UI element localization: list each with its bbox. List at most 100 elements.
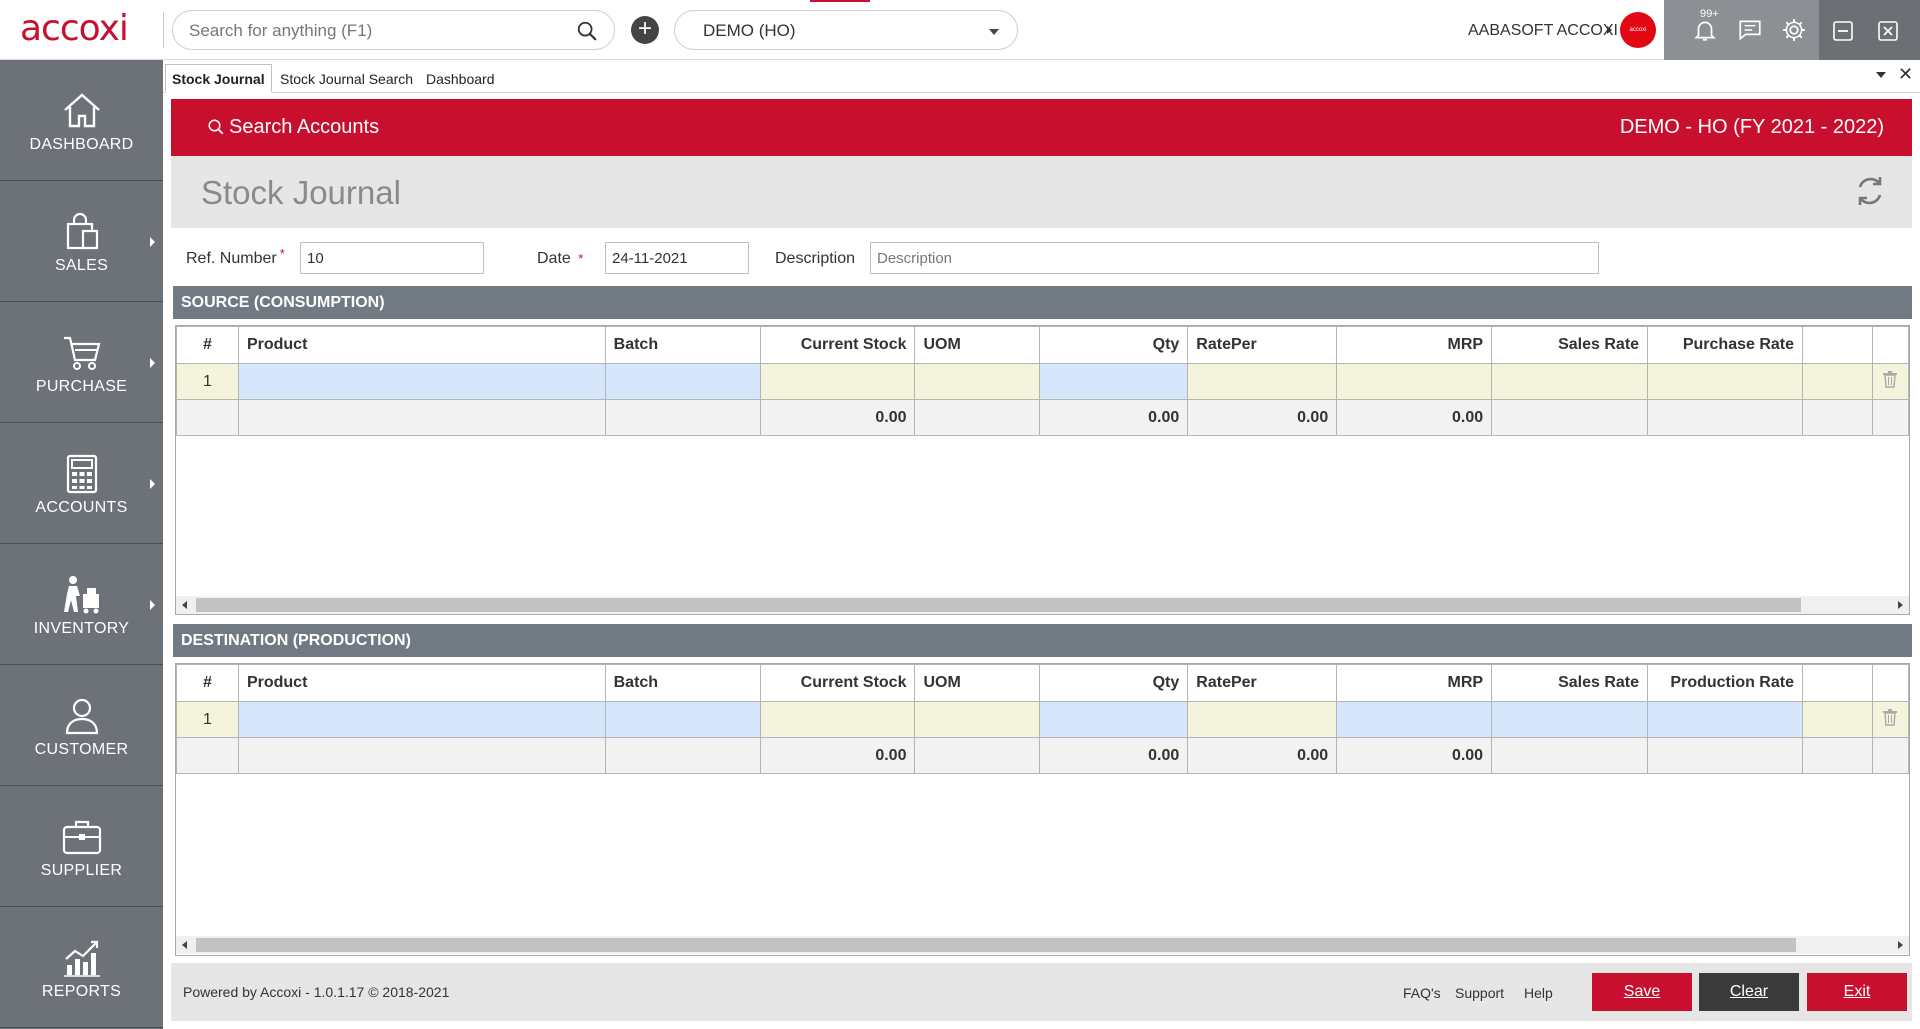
sidebar-item-supplier[interactable]: SUPPLIER: [0, 786, 163, 907]
col-header[interactable]: RatePer: [1187, 664, 1338, 702]
col-header[interactable]: Sales Rate: [1491, 326, 1649, 364]
purchase-rate-cell[interactable]: [1647, 363, 1804, 400]
mrp-cell[interactable]: [1336, 363, 1493, 400]
delete-row-button[interactable]: [1871, 363, 1910, 400]
destination-section-header: DESTINATION (PRODUCTION): [173, 624, 1912, 657]
tab-stock-journal[interactable]: Stock Journal: [165, 64, 272, 93]
briefcase-icon: [62, 820, 102, 855]
tab-list-dropdown-icon[interactable]: [1876, 72, 1886, 78]
col-header[interactable]: MRP: [1336, 326, 1493, 364]
message-icon[interactable]: [1737, 17, 1763, 43]
save-button[interactable]: Save: [1592, 973, 1692, 1011]
submenu-arrow-icon: [150, 479, 155, 489]
footer: Powered by Accoxi - 1.0.1.17 © 2018-2021…: [171, 963, 1912, 1021]
sidebar-item-accounts[interactable]: ACCOUNTS: [0, 423, 163, 544]
calculator-icon: [66, 454, 98, 494]
uom-cell[interactable]: [914, 363, 1041, 400]
refresh-icon[interactable]: [1852, 173, 1888, 209]
scroll-left-icon[interactable]: [182, 601, 187, 609]
col-header[interactable]: Current Stock: [759, 664, 916, 702]
faq-link[interactable]: FAQ's: [1403, 985, 1441, 1001]
scroll-right-icon[interactable]: [1898, 601, 1903, 609]
total-cell: [1647, 399, 1804, 436]
qty-cell[interactable]: [1039, 701, 1189, 738]
col-header[interactable]: Batch: [604, 664, 761, 702]
col-header[interactable]: Product: [237, 664, 606, 702]
uom-cell[interactable]: [914, 701, 1041, 738]
batch-cell[interactable]: [604, 701, 761, 738]
gear-icon[interactable]: [1781, 17, 1807, 43]
bell-icon[interactable]: [1692, 17, 1718, 43]
page-title: Stock Journal: [201, 174, 401, 211]
support-link[interactable]: Support: [1455, 985, 1504, 1001]
col-header[interactable]: Sales Rate: [1491, 664, 1648, 702]
global-search[interactable]: [172, 10, 615, 50]
exit-button[interactable]: Exit: [1807, 973, 1907, 1011]
scrollbar-thumb[interactable]: [196, 938, 1796, 952]
col-header[interactable]: Product: [237, 326, 606, 364]
sidebar-item-sales[interactable]: SALES: [0, 181, 163, 302]
rate-per-cell[interactable]: [1187, 701, 1338, 738]
rate-per-cell[interactable]: [1187, 363, 1338, 400]
destination-horizontal-scrollbar[interactable]: [176, 936, 1909, 954]
col-header[interactable]: UOM: [914, 664, 1041, 702]
total-cell: [1491, 737, 1648, 774]
col-header[interactable]: UOM: [914, 326, 1041, 364]
caret-right-icon[interactable]: [1607, 26, 1612, 34]
sidebar-item-dashboard[interactable]: DASHBOARD: [0, 60, 163, 181]
col-header[interactable]: Batch: [604, 326, 761, 364]
delete-row-button[interactable]: [1871, 701, 1910, 738]
sidebar-label: ACCOUNTS: [35, 499, 128, 516]
sales-rate-cell[interactable]: [1491, 363, 1649, 400]
sidebar-item-purchase[interactable]: PURCHASE: [0, 302, 163, 423]
total-current-stock: 0.00: [759, 737, 916, 774]
total-cell: [237, 737, 606, 774]
close-icon[interactable]: [1876, 19, 1900, 43]
col-header[interactable]: Qty: [1039, 664, 1189, 702]
total-cell: [1802, 399, 1873, 436]
sales-rate-cell[interactable]: [1491, 701, 1648, 738]
description-input[interactable]: [870, 242, 1599, 274]
production-rate-cell[interactable]: [1647, 701, 1803, 738]
close-tab-icon[interactable]: ✕: [1898, 64, 1913, 85]
add-new-button[interactable]: +: [631, 16, 659, 44]
minimize-icon[interactable]: [1831, 19, 1855, 43]
sidebar-item-reports[interactable]: REPORTS: [0, 907, 163, 1028]
product-cell[interactable]: [237, 363, 606, 400]
inventory-icon: [64, 576, 99, 614]
sidebar-label: CUSTOMER: [34, 741, 129, 758]
source-horizontal-scrollbar[interactable]: [176, 596, 1909, 614]
sidebar-item-customer[interactable]: CUSTOMER: [0, 665, 163, 786]
search-icon[interactable]: [576, 20, 598, 42]
qty-cell[interactable]: [1039, 363, 1189, 400]
col-header[interactable]: Purchase Rate: [1647, 326, 1804, 364]
clear-button[interactable]: Clear: [1699, 973, 1799, 1011]
date-input[interactable]: [605, 242, 749, 274]
scroll-left-icon[interactable]: [182, 941, 187, 949]
col-header[interactable]: RatePer: [1187, 326, 1338, 364]
company-select[interactable]: DEMO (HO): [674, 10, 1018, 50]
avatar[interactable]: accoxi: [1620, 12, 1656, 48]
batch-cell[interactable]: [604, 363, 761, 400]
mrp-cell[interactable]: [1336, 701, 1493, 738]
help-link[interactable]: Help: [1524, 985, 1553, 1001]
search-accounts-button[interactable]: Search Accounts: [207, 116, 379, 139]
scrollbar-thumb[interactable]: [196, 598, 1801, 612]
user-name[interactable]: AABASOFT ACCOXI: [1468, 22, 1618, 40]
global-search-input[interactable]: [189, 19, 569, 43]
source-section-header: SOURCE (CONSUMPTION): [173, 286, 1912, 319]
tab-dashboard[interactable]: Dashboard: [419, 64, 502, 93]
col-header[interactable]: Qty: [1039, 326, 1189, 364]
col-header[interactable]: Production Rate: [1647, 664, 1803, 702]
destination-table: # Product Batch Current Stock UOM Qty Ra…: [176, 664, 1910, 774]
accoxi-logo[interactable]: accoxi: [20, 8, 129, 49]
scroll-right-icon[interactable]: [1898, 941, 1903, 949]
sidebar-label: PURCHASE: [35, 378, 128, 395]
row-number: 1: [176, 701, 239, 738]
col-header[interactable]: Current Stock: [759, 326, 916, 364]
ref-number-input[interactable]: [300, 242, 484, 274]
tab-stock-journal-search[interactable]: Stock Journal Search: [273, 64, 420, 93]
product-cell[interactable]: [237, 701, 606, 738]
col-header[interactable]: MRP: [1336, 664, 1493, 702]
sidebar-item-inventory[interactable]: INVENTORY: [0, 544, 163, 665]
